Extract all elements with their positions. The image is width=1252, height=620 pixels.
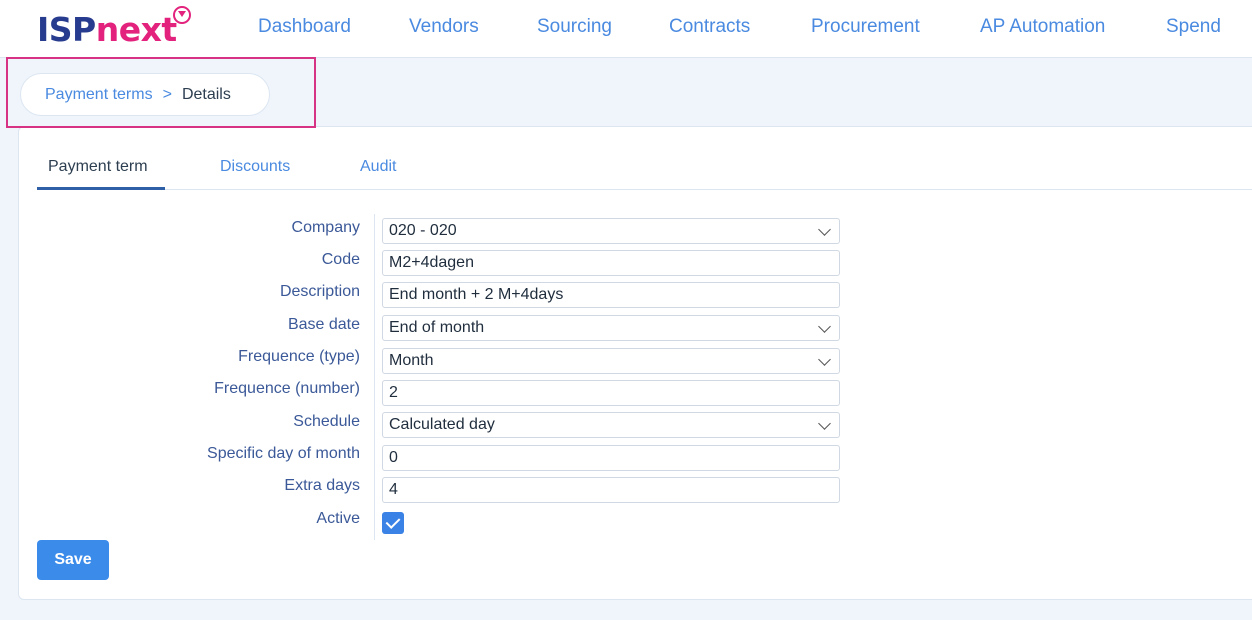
form-label-divider [374,214,375,540]
nav-contracts[interactable]: Contracts [669,16,750,38]
tabs-divider [37,189,1252,190]
frequence-type-value: Month [389,352,434,369]
tab-payment-term[interactable]: Payment term [48,158,148,176]
extra-days-input[interactable] [382,477,840,503]
logo-text-next: next [95,10,177,49]
frequence-number-label: Frequence (number) [214,380,360,397]
chevron-down-icon [818,417,831,430]
description-label: Description [279,283,360,300]
logo-badge-icon [173,6,191,24]
company-label: Company [291,219,360,236]
base-date-value: End of month [389,319,485,336]
code-label: Code [321,251,360,268]
active-tab-indicator [37,187,165,190]
chevron-down-icon [818,320,831,333]
active-label: Active [316,510,360,527]
frequence-number-input[interactable] [382,380,840,406]
company-select[interactable]: 020 - 020 [382,218,840,244]
company-value: 020 - 020 [389,222,457,239]
description-input[interactable] [382,282,840,308]
specific-day-label: Specific day of month [207,445,360,462]
frequence-type-label: Frequence (type) [238,348,360,365]
schedule-label: Schedule [293,413,360,430]
logo-text-isp: ISP [37,10,96,49]
top-navigation-bar: ISPnext Dashboard Vendors Sourcing Contr… [0,0,1252,58]
tab-discounts[interactable]: Discounts [220,158,290,176]
nav-spend[interactable]: Spend [1166,16,1221,38]
active-checkbox[interactable] [382,512,404,534]
code-input[interactable] [382,250,840,276]
base-date-label: Base date [287,316,360,333]
nav-dashboard[interactable]: Dashboard [258,16,351,38]
tab-audit[interactable]: Audit [360,158,396,176]
specific-day-input[interactable] [382,445,840,471]
schedule-select[interactable]: Calculated day [382,412,840,438]
breadcrumb-highlight-frame [6,57,316,128]
schedule-value: Calculated day [389,416,495,433]
nav-procurement[interactable]: Procurement [811,16,920,38]
save-button[interactable]: Save [37,540,109,580]
extra-days-label: Extra days [284,477,360,494]
nav-sourcing[interactable]: Sourcing [537,16,612,38]
ispnext-logo[interactable]: ISPnext [37,6,191,52]
frequence-type-select[interactable]: Month [382,348,840,374]
base-date-select[interactable]: End of month [382,315,840,341]
nav-ap-automation[interactable]: AP Automation [980,16,1105,38]
chevron-down-icon [818,353,831,366]
chevron-down-icon [818,223,831,236]
nav-vendors[interactable]: Vendors [409,16,479,38]
